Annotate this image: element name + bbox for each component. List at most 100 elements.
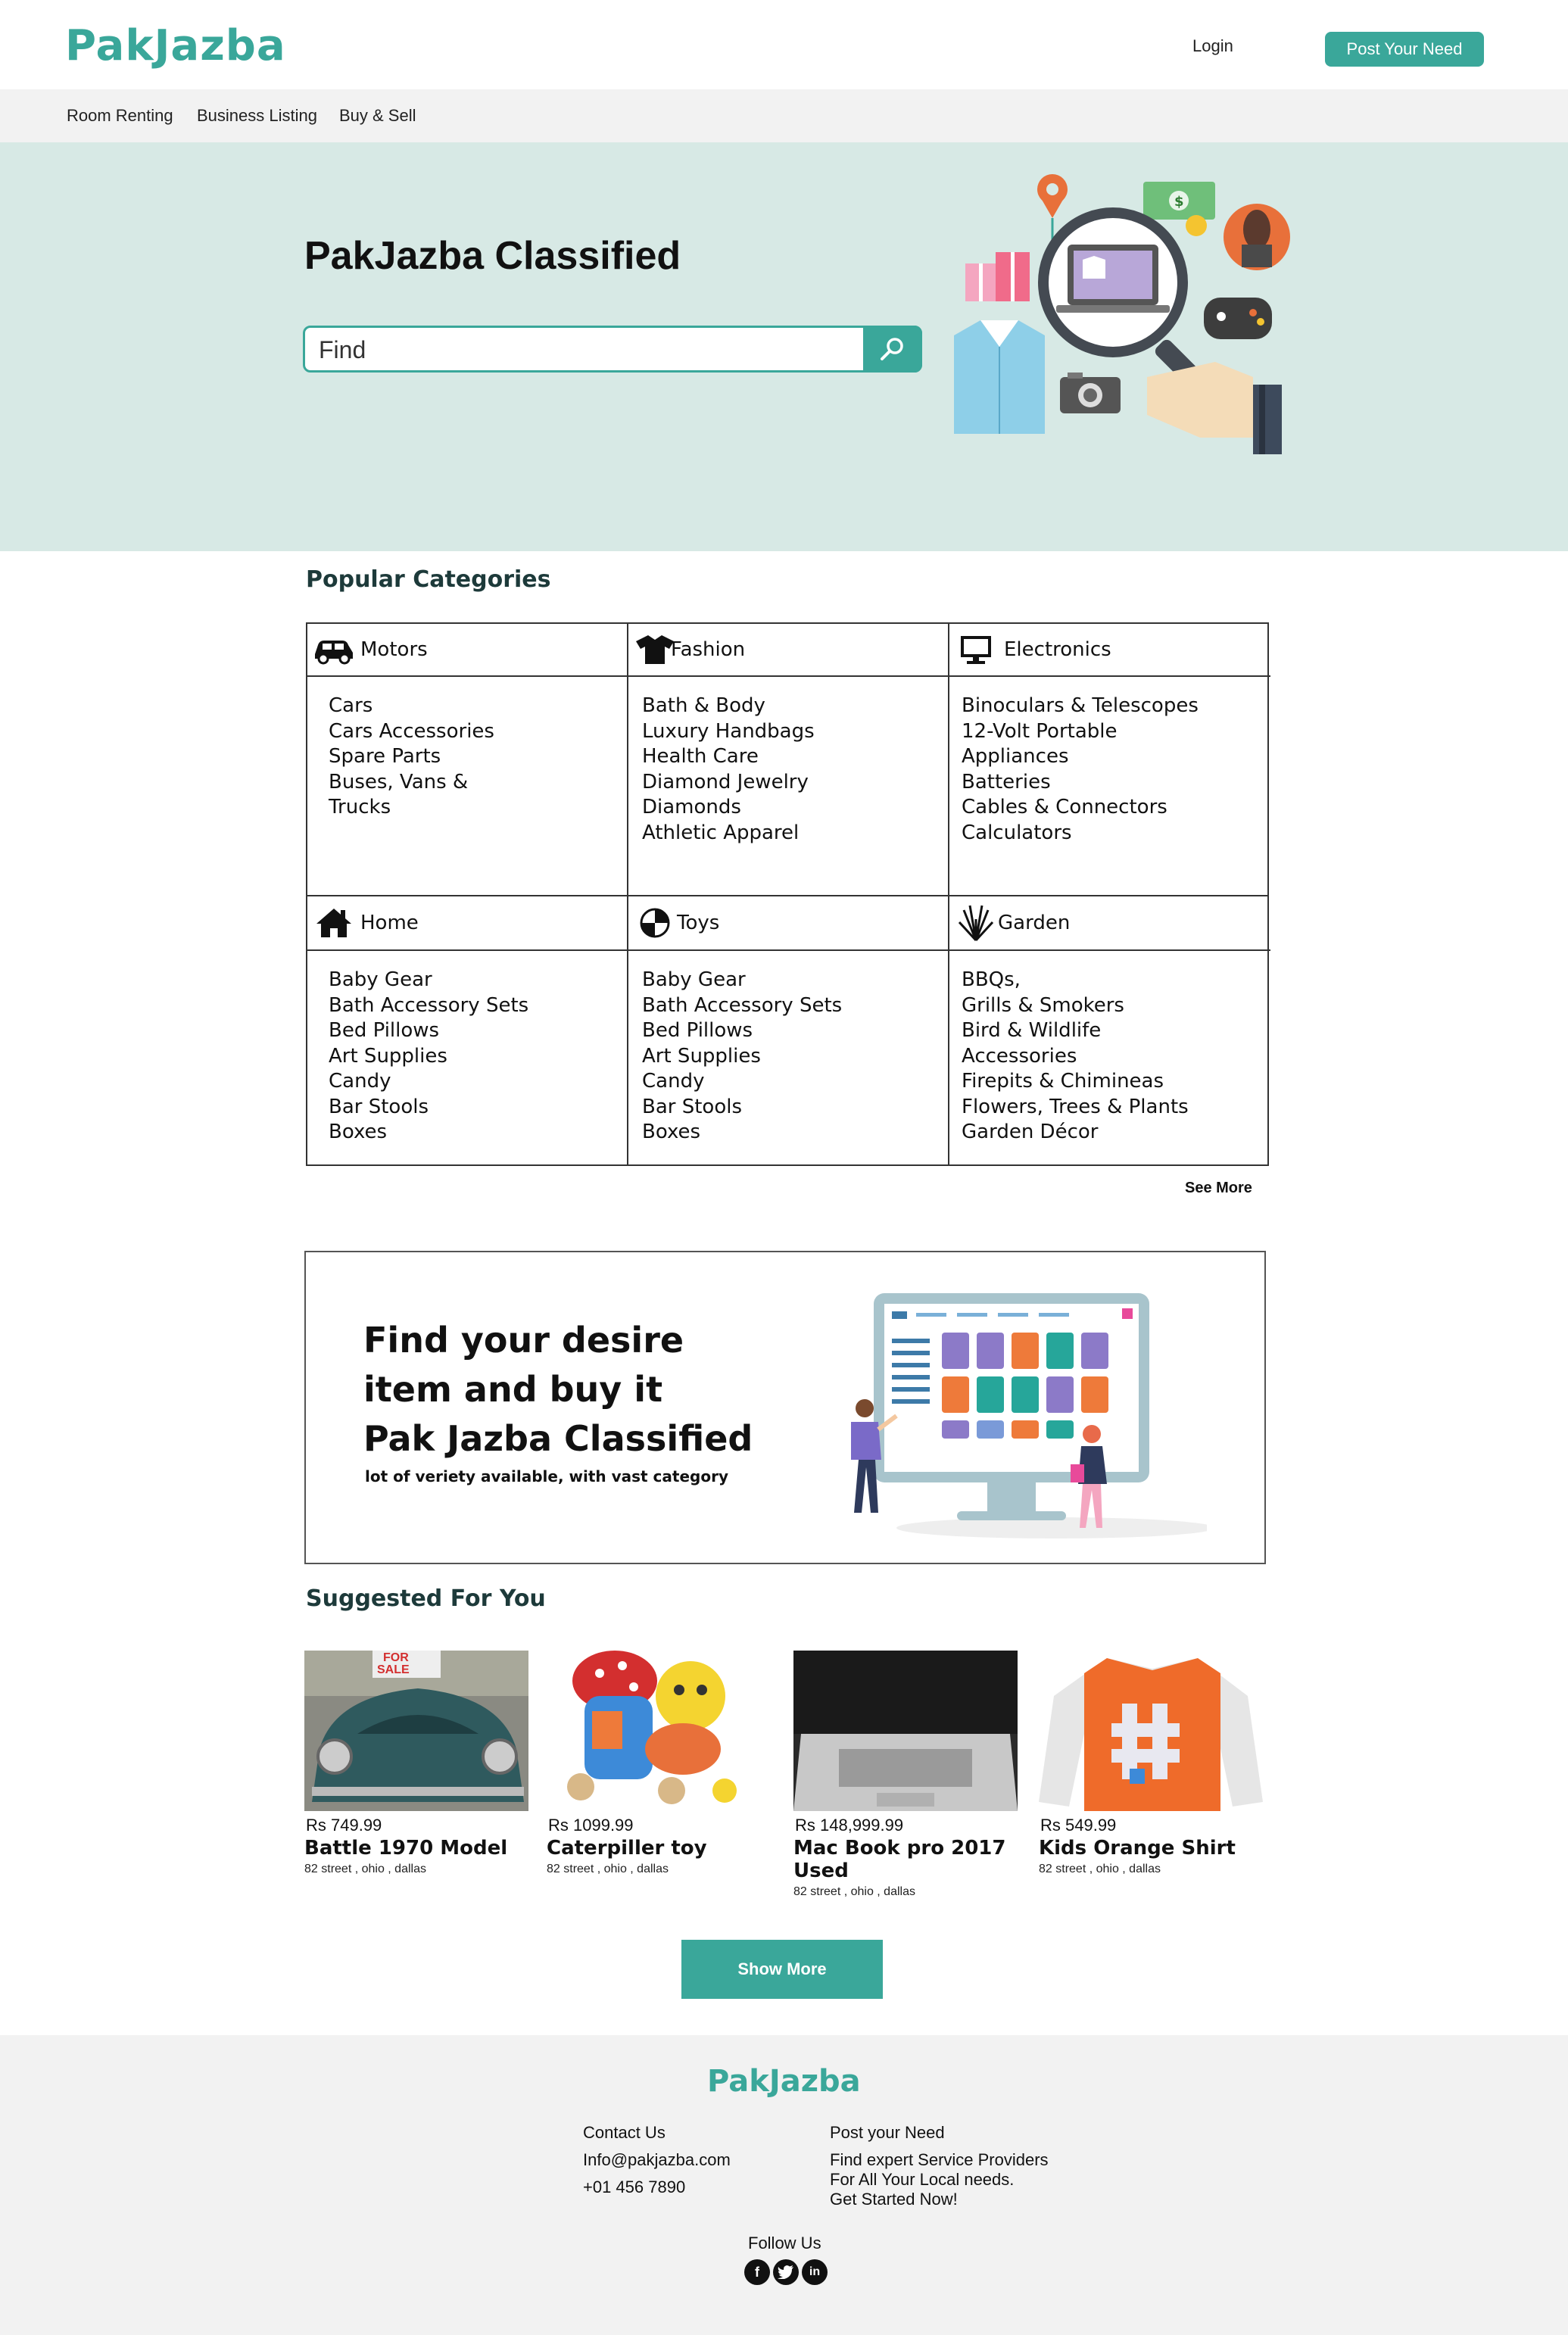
nav-room-renting[interactable]: Room Renting xyxy=(67,106,173,126)
product-card[interactable]: Rs 549.99 Kids Orange Shirt 82 street , … xyxy=(1039,1651,1263,1876)
product-price: Rs 148,999.99 xyxy=(795,1816,904,1835)
category-link[interactable]: Health Care xyxy=(642,744,815,770)
contact-phone[interactable]: +01 456 7890 xyxy=(583,2178,685,2197)
category-link[interactable]: Candy xyxy=(329,1069,528,1095)
category-link[interactable]: Bar Stools xyxy=(329,1095,528,1121)
category-link[interactable]: Diamonds xyxy=(642,795,815,821)
category-name: Fashion xyxy=(671,638,746,661)
category-link[interactable]: Bed Pillows xyxy=(329,1018,528,1044)
svg-text:$: $ xyxy=(1174,194,1184,210)
category-link[interactable]: Art Supplies xyxy=(329,1044,528,1070)
promo-banner: Find your desire item and buy it Pak Jaz… xyxy=(304,1251,1266,1564)
login-link[interactable]: Login xyxy=(1192,36,1233,56)
product-name[interactable]: Kids Orange Shirt xyxy=(1039,1837,1263,1860)
hero-title: PakJazba Classified xyxy=(304,234,681,278)
follow-us-heading: Follow Us xyxy=(748,2234,821,2252)
category-link[interactable]: Trucks xyxy=(329,795,494,821)
category-link[interactable]: Grills & Smokers xyxy=(962,993,1189,1019)
facebook-icon[interactable]: f xyxy=(744,2259,770,2285)
site-header: PakJazba Login Post Your Need xyxy=(0,0,1568,89)
category-link[interactable]: Bar Stools xyxy=(642,1095,842,1121)
category-link[interactable]: BBQs, xyxy=(962,968,1189,993)
product-image[interactable]: FOR SALE xyxy=(304,1651,528,1811)
product-card[interactable]: Rs 148,999.99 Mac Book pro 2017 Used 82 … xyxy=(793,1651,1018,1899)
category-link[interactable]: Firepits & Chimineas xyxy=(962,1069,1189,1095)
contact-us-heading: Contact Us xyxy=(583,2123,666,2142)
category-link[interactable]: Cars xyxy=(329,694,494,719)
shopping-illustration xyxy=(851,1293,1207,1538)
twitter-icon[interactable] xyxy=(773,2259,799,2285)
product-address: 82 street , ohio , dallas xyxy=(1039,1863,1161,1875)
category-link[interactable]: Cables & Connectors xyxy=(962,795,1199,821)
category-link[interactable]: Luxury Handbags xyxy=(642,719,815,745)
nav-business-listing[interactable]: Business Listing xyxy=(197,106,317,126)
category-link[interactable]: Art Supplies xyxy=(642,1044,842,1070)
product-address: 82 street , ohio , dallas xyxy=(793,1885,915,1898)
category-link[interactable]: Garden Décor xyxy=(962,1120,1189,1146)
site-logo[interactable]: PakJazba xyxy=(65,21,286,70)
contact-email[interactable]: Info@pakjazba.com xyxy=(583,2150,731,2170)
category-link[interactable]: Bath Accessory Sets xyxy=(329,993,528,1019)
category-link[interactable]: Baby Gear xyxy=(642,968,842,993)
category-link[interactable]: Candy xyxy=(642,1069,842,1095)
product-image[interactable] xyxy=(547,1651,771,1811)
house-icon xyxy=(316,909,351,937)
category-link[interactable]: Spare Parts xyxy=(329,744,494,770)
category-link[interactable]: Appliances xyxy=(962,744,1199,770)
category-name: Motors xyxy=(360,638,428,661)
category-link[interactable]: 12-Volt Portable xyxy=(962,719,1199,745)
category-link[interactable]: Bed Pillows xyxy=(642,1018,842,1044)
search-bar xyxy=(303,326,922,373)
category-link[interactable]: Bath Accessory Sets xyxy=(642,993,842,1019)
category-link[interactable]: Boxes xyxy=(329,1120,528,1146)
search-icon xyxy=(881,338,903,360)
hero-illustration: $ xyxy=(954,174,1290,454)
product-card[interactable]: Rs 1099.99 Caterpiller toy 82 street , o… xyxy=(547,1651,771,1876)
category-link[interactable]: Flowers, Trees & Plants xyxy=(962,1095,1189,1121)
category-name: Garden xyxy=(998,912,1071,934)
footer-logo[interactable]: PakJazba xyxy=(707,2064,861,2099)
banner-headline: Find your desire item and buy it Pak Jaz… xyxy=(363,1316,753,1464)
category-link[interactable]: Calculators xyxy=(962,821,1199,846)
category-link[interactable]: Binoculars & Telescopes xyxy=(962,694,1199,719)
laptop-photo xyxy=(793,1651,1018,1811)
site-footer: PakJazba Contact Us Info@pakjazba.com +0… xyxy=(0,2035,1568,2335)
product-price: Rs 549.99 xyxy=(1040,1816,1117,1835)
product-name[interactable]: Mac Book pro 2017 Used xyxy=(793,1837,1018,1882)
category-name: Toys xyxy=(677,912,720,934)
search-input[interactable] xyxy=(319,335,849,364)
product-name[interactable]: Battle 1970 Model xyxy=(304,1837,528,1860)
product-card[interactable]: FOR SALE Rs 749.99 Battle 1970 Model 82 s… xyxy=(304,1651,528,1876)
banner-line-3: Pak Jazba Classified xyxy=(363,1418,753,1459)
category-link[interactable]: Bird & Wildlife xyxy=(962,1018,1189,1044)
shirt-photo xyxy=(1039,1651,1263,1811)
show-more-button[interactable]: Show More xyxy=(681,1940,883,1999)
category-link[interactable]: Boxes xyxy=(642,1120,842,1146)
post-your-need-button[interactable]: Post Your Need xyxy=(1325,32,1484,67)
product-name[interactable]: Caterpiller toy xyxy=(547,1837,771,1860)
banner-line-1: Find your desire xyxy=(363,1320,684,1361)
product-address: 82 street , ohio , dallas xyxy=(304,1863,426,1875)
category-link[interactable]: Accessories xyxy=(962,1044,1189,1070)
nav-buy-sell[interactable]: Buy & Sell xyxy=(339,106,416,126)
popular-categories-title: Popular Categories xyxy=(306,566,551,593)
car-photo: FORSALE xyxy=(304,1651,528,1811)
post-need-heading[interactable]: Post your Need xyxy=(830,2123,945,2143)
social-links: f in xyxy=(744,2259,828,2285)
category-link[interactable]: Batteries xyxy=(962,770,1199,796)
category-link[interactable]: Athletic Apparel xyxy=(642,821,815,846)
plant-icon xyxy=(958,905,994,942)
category-link[interactable]: Buses, Vans & xyxy=(329,770,494,796)
hero-section: PakJazba Classified $ xyxy=(0,142,1568,551)
category-link[interactable]: Cars Accessories xyxy=(329,719,494,745)
linkedin-icon[interactable]: in xyxy=(802,2259,828,2285)
product-image[interactable] xyxy=(793,1651,1018,1811)
category-link[interactable]: Bath & Body xyxy=(642,694,815,719)
product-image[interactable] xyxy=(1039,1651,1263,1811)
search-button[interactable] xyxy=(863,326,922,373)
see-more-link[interactable]: See More xyxy=(1185,1180,1252,1197)
category-link[interactable]: Baby Gear xyxy=(329,968,528,993)
category-link[interactable]: Diamond Jewelry xyxy=(642,770,815,796)
svg-text:FOR: FOR xyxy=(383,1651,409,1664)
product-price: Rs 1099.99 xyxy=(548,1816,634,1835)
